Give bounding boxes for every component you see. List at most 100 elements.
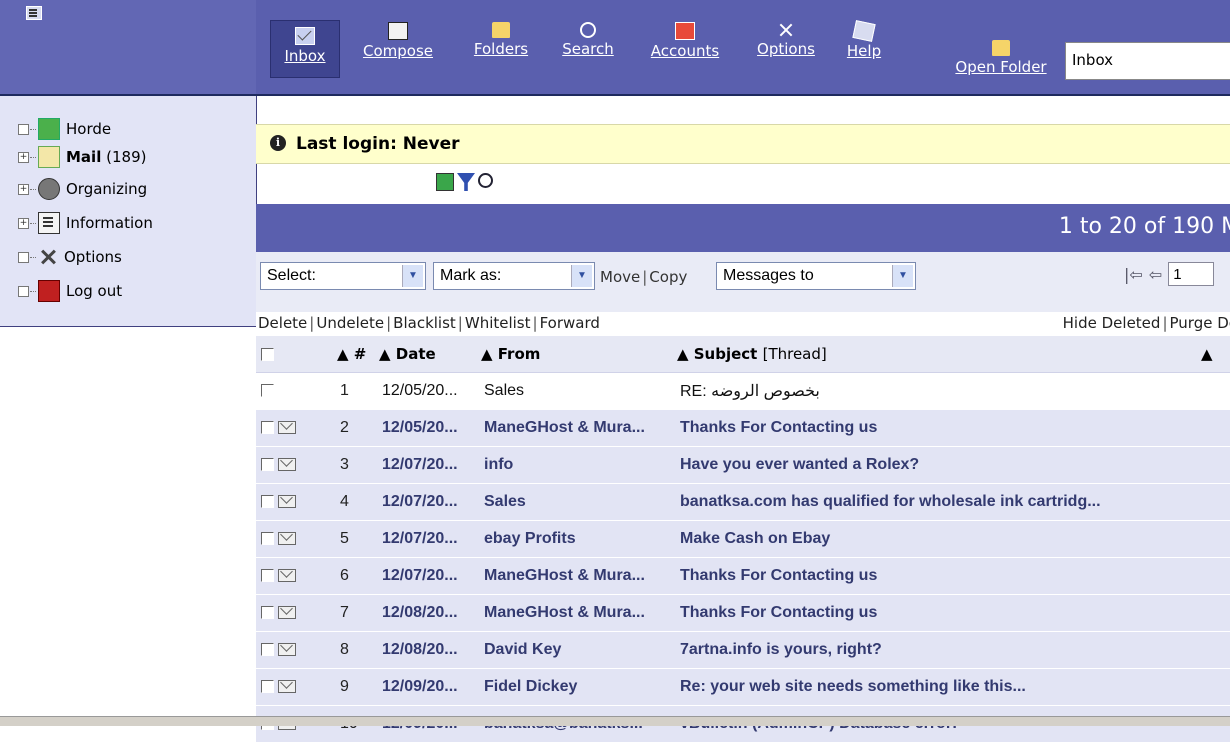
message-sender[interactable]: David Key	[480, 632, 676, 669]
message-subject[interactable]: banatksa.com has qualified for wholesale…	[676, 484, 1200, 521]
sidebar-item-logout[interactable]: Log out	[18, 278, 122, 304]
table-row[interactable]: 212/05/20...ManeGHost & Mura...Thanks Fo…	[256, 410, 1230, 447]
select-dropdown-value: Select:	[267, 267, 316, 284]
first-page-icon[interactable]: |⇦	[1124, 265, 1143, 284]
menu-toggle-icon[interactable]	[26, 6, 42, 20]
table-row[interactable]: 512/07/20...ebay ProfitsMake Cash on Eba…	[256, 521, 1230, 558]
row-select-cell	[256, 447, 336, 484]
message-subject[interactable]: Re: your web site needs something like t…	[676, 669, 1200, 706]
message-sender[interactable]: ManeGHost & Mura...	[480, 558, 676, 595]
row-checkbox[interactable]	[261, 421, 274, 434]
expand-icon[interactable]: +	[18, 184, 29, 195]
select-all-checkbox[interactable]	[261, 348, 274, 361]
sidebar-item-organizing[interactable]: + Organizing	[18, 176, 147, 202]
nav-accounts[interactable]: Accounts	[640, 22, 730, 78]
mark-as-dropdown[interactable]: Mark as: ▼	[433, 262, 595, 290]
expand-icon[interactable]: +	[18, 152, 29, 163]
message-sender[interactable]: Sales	[480, 484, 676, 521]
logout-icon	[38, 280, 60, 302]
table-row[interactable]: 412/07/20...Salesbanatksa.com has qualif…	[256, 484, 1230, 521]
nav-folders-label: Folders	[474, 40, 528, 58]
envelope-icon	[295, 27, 315, 45]
move-copy-links: Move|Copy	[600, 268, 687, 286]
message-subject[interactable]: RE: بخصوص الروضه	[676, 373, 1200, 410]
row-checkbox[interactable]	[261, 495, 274, 508]
message-sender[interactable]: ManeGHost & Mura...	[480, 410, 676, 447]
previous-page-icon[interactable]: ⇦	[1149, 265, 1162, 284]
sidebar-item-information[interactable]: + Information	[18, 210, 153, 236]
message-subject[interactable]: Make Cash on Ebay	[676, 521, 1200, 558]
pager: |⇦ ⇦	[1124, 262, 1214, 286]
sidebar-item-horde[interactable]: Horde	[18, 116, 111, 142]
row-checkbox[interactable]	[261, 384, 274, 397]
sort-by-subject[interactable]: ▲ Subject [Thread]	[676, 336, 1200, 373]
sort-by-number[interactable]: ▲ #	[336, 336, 378, 373]
nav-options[interactable]: Options	[748, 22, 824, 78]
table-header-row: ▲ # ▲ Date ▲ From ▲ Subject [Thread] ▲	[256, 336, 1230, 373]
target-folder-dropdown[interactable]: Messages to ▼	[716, 262, 916, 290]
message-date: 12/08/20...	[378, 632, 480, 669]
table-row[interactable]: 312/07/20...infoHave you ever wanted a R…	[256, 447, 1230, 484]
row-checkbox[interactable]	[261, 606, 274, 619]
table-row[interactable]: 912/09/20...Fidel DickeyRe: your web sit…	[256, 669, 1230, 706]
message-sender[interactable]: info	[480, 447, 676, 484]
undelete-link[interactable]: Undelete	[316, 314, 384, 332]
message-count-bar: 1 to 20 of 190 Messa	[256, 204, 1230, 252]
message-sender[interactable]: ebay Profits	[480, 521, 676, 558]
expand-icon[interactable]: +	[18, 218, 29, 229]
table-row[interactable]: 712/08/20...ManeGHost & Mura...Thanks Fo…	[256, 595, 1230, 632]
filter-icon[interactable]	[457, 173, 475, 191]
message-subject[interactable]: Have you ever wanted a Rolex?	[676, 447, 1200, 484]
message-list: ▲ # ▲ Date ▲ From ▲ Subject [Thread] ▲ 1…	[256, 336, 1230, 742]
sidebar-item-mail[interactable]: + Mail (189)	[18, 144, 146, 170]
delete-link[interactable]: Delete	[258, 314, 307, 332]
nav-compose[interactable]: Compose	[352, 22, 444, 78]
select-dropdown[interactable]: Select: ▼	[260, 262, 426, 290]
select-all-header[interactable]	[256, 336, 336, 373]
sidebar-item-label: Log out	[66, 282, 122, 300]
sort-by-size[interactable]: ▲	[1200, 336, 1230, 373]
message-sender[interactable]: Fidel Dickey	[480, 669, 676, 706]
message-sender[interactable]: Sales	[480, 373, 676, 410]
nav-folders[interactable]: Folders	[464, 22, 538, 78]
message-subject[interactable]: Thanks For Contacting us	[676, 558, 1200, 595]
row-checkbox[interactable]	[261, 458, 274, 471]
open-folder-label: Open Folder	[955, 58, 1046, 76]
search-mailbox-icon[interactable]	[478, 173, 493, 188]
whitelist-link[interactable]: Whitelist	[465, 314, 531, 332]
nav-inbox-label: Inbox	[284, 47, 325, 65]
table-row[interactable]: 112/05/20...SalesRE: بخصوص الروضه	[256, 373, 1230, 410]
nav-search[interactable]: Search	[553, 22, 623, 78]
message-size	[1200, 669, 1230, 706]
message-sender[interactable]: ManeGHost & Mura...	[480, 595, 676, 632]
row-checkbox[interactable]	[261, 643, 274, 656]
message-subject[interactable]: 7artna.info is yours, right?	[676, 632, 1200, 669]
row-checkbox[interactable]	[261, 680, 274, 693]
message-subject[interactable]: Thanks For Contacting us	[676, 410, 1200, 447]
forward-link[interactable]: Forward	[540, 314, 600, 332]
folder-select[interactable]: Inbox	[1065, 42, 1230, 80]
mailbox-tools	[436, 173, 493, 195]
move-link[interactable]: Move	[600, 268, 640, 286]
page-number-input[interactable]	[1168, 262, 1214, 286]
sort-by-date[interactable]: ▲ Date	[378, 336, 480, 373]
row-checkbox[interactable]	[261, 569, 274, 582]
message-number: 6	[336, 558, 378, 595]
last-login-text: Last login: Never	[296, 134, 460, 154]
open-folder-button[interactable]: Open Folder	[940, 40, 1062, 96]
message-subject[interactable]: Thanks For Contacting us	[676, 595, 1200, 632]
nav-inbox[interactable]: Inbox	[270, 20, 340, 78]
sidebar-item-options[interactable]: Options	[18, 244, 122, 270]
purge-deleted-link[interactable]: Purge De	[1170, 314, 1230, 332]
copy-link[interactable]: Copy	[649, 268, 687, 286]
refresh-icon[interactable]	[436, 173, 454, 191]
sort-by-from[interactable]: ▲ From	[480, 336, 676, 373]
nav-help[interactable]: Help	[840, 22, 888, 78]
message-count: 1 to 20 of 190 Messa	[1059, 214, 1230, 239]
table-row[interactable]: 612/07/20...ManeGHost & Mura...Thanks Fo…	[256, 558, 1230, 595]
thread-view-link[interactable]: [Thread]	[763, 345, 827, 363]
blacklist-link[interactable]: Blacklist	[393, 314, 456, 332]
table-row[interactable]: 812/08/20...David Key7artna.info is your…	[256, 632, 1230, 669]
row-checkbox[interactable]	[261, 532, 274, 545]
hide-deleted-link[interactable]: Hide Deleted	[1063, 314, 1161, 332]
